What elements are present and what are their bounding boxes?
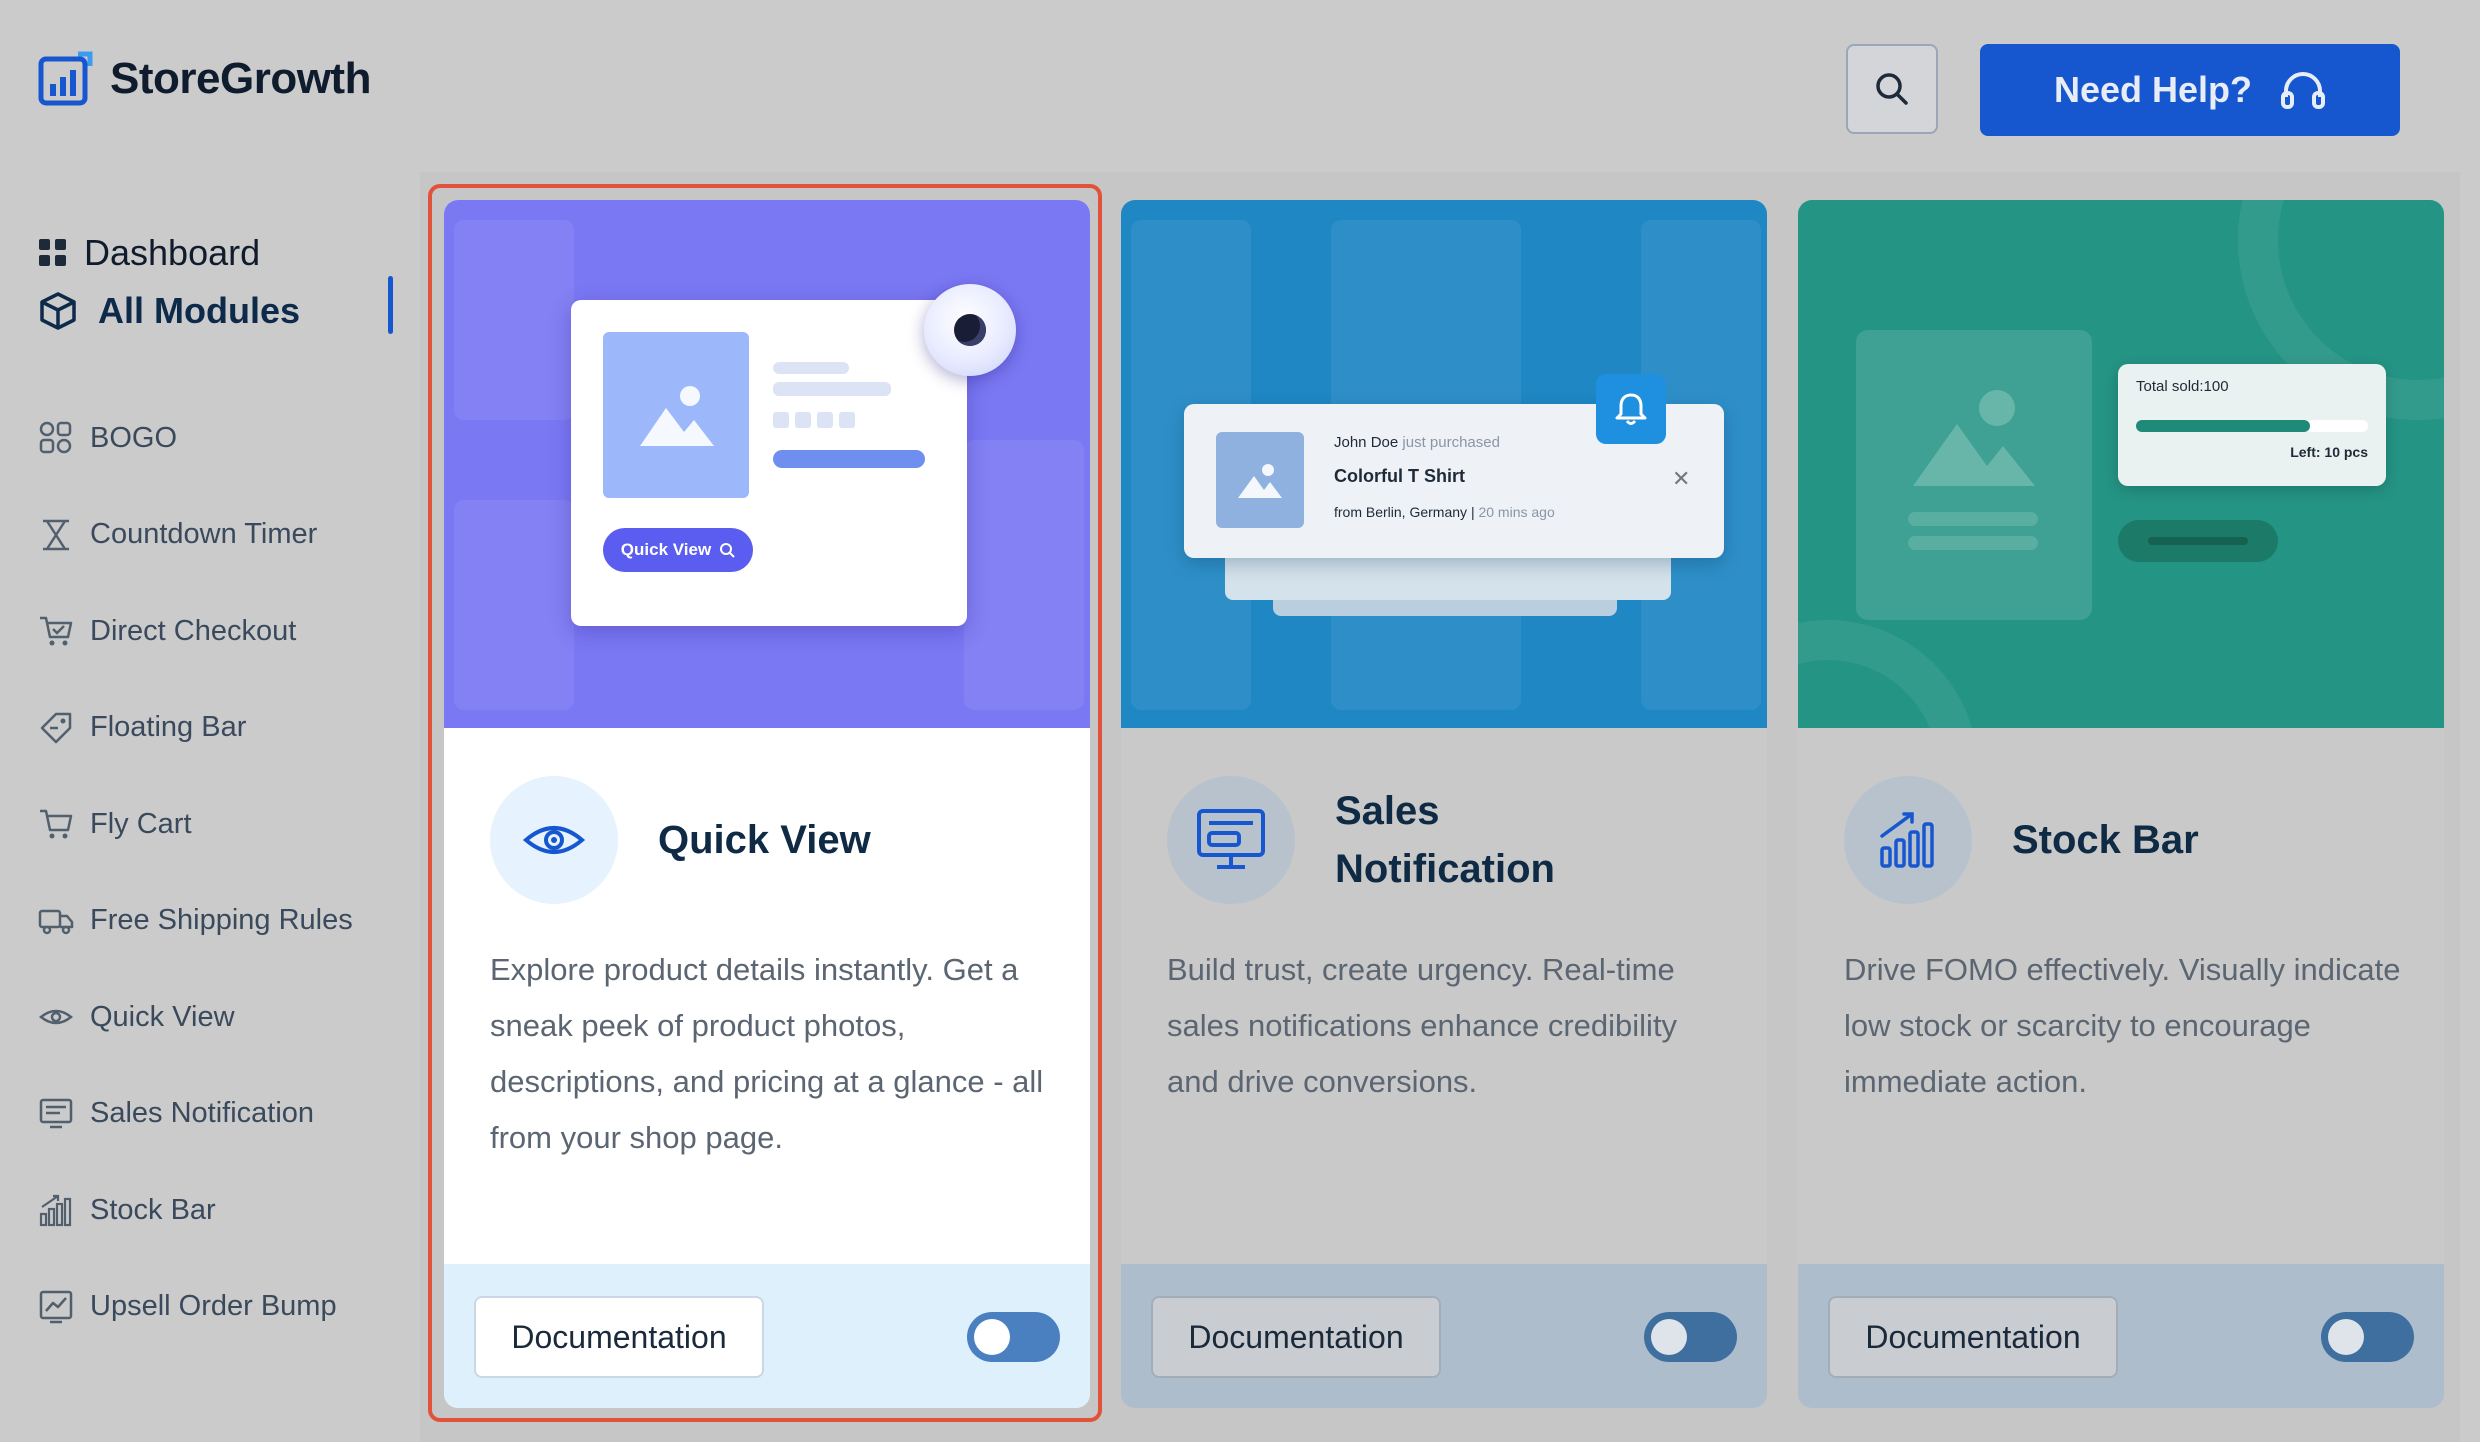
truck-icon [38, 909, 74, 934]
sidebar-item-stock-bar[interactable]: Stock Bar [38, 1162, 353, 1259]
storegrowth-logo-icon [38, 51, 93, 106]
card-title: Stock Bar [2012, 818, 2199, 862]
headset-icon [2281, 72, 2326, 109]
need-help-button[interactable]: Need Help? [1980, 44, 2400, 136]
stock-left-label: Left: 10 pcs [2290, 444, 2368, 460]
bell-icon [1596, 374, 1666, 444]
app-logo[interactable]: StoreGrowth [38, 50, 371, 108]
card-footer: Documentation [1121, 1264, 1767, 1408]
sidebar-item-label: Direct Checkout [90, 614, 297, 647]
sidebar-item-label: Countdown Timer [90, 518, 318, 551]
hero-decor-arc [1798, 620, 1978, 728]
toggle-knob [1651, 1319, 1687, 1355]
module-card-sales-notification: John Doe just purchased Colorful T Shirt… [1121, 200, 1767, 1408]
sidebar-item-label: Sales Notification [90, 1097, 315, 1130]
stock-bar-illustration: Total sold:100 Left: 10 pcs [1798, 200, 2444, 728]
card-body: Sales Notification Build trust, create u… [1121, 728, 1767, 1264]
total-sold-label: Total sold:100 [2136, 378, 2229, 395]
card-icon-badge [1844, 776, 1972, 904]
sidebar-item-label: Upsell Order Bump [90, 1290, 337, 1323]
documentation-button[interactable]: Documentation [1828, 1296, 2118, 1378]
search-icon [1876, 73, 1908, 105]
sidebar-item-free-shipping-rules[interactable]: Free Shipping Rules [38, 873, 353, 970]
location-line: from Berlin, Germany | 20 mins ago [1334, 504, 1555, 520]
stock-progress-fill [2136, 420, 2310, 432]
product-image-placeholder [1216, 432, 1304, 528]
card-body: Stock Bar Drive FOMO effectively. Visual… [1798, 728, 2444, 1264]
buyer-line: John Doe just purchased [1334, 434, 1500, 451]
buyer-location: from Berlin, Germany [1334, 504, 1468, 520]
sidebar: Dashboard All Modules BOGO Countdown Tim… [0, 172, 405, 1442]
eye-icon [38, 1010, 74, 1025]
text-line [1908, 536, 2038, 550]
active-indicator [388, 276, 393, 334]
sidebar-item-bogo[interactable]: BOGO [38, 390, 353, 487]
top-header: StoreGrowth Need Help? [0, 0, 2480, 172]
sidebar-item-label: Stock Bar [90, 1193, 216, 1226]
sales-notification-illustration: John Doe just purchased Colorful T Shirt… [1121, 200, 1767, 728]
card-footer: Documentation [1798, 1264, 2444, 1408]
sidebar-item-label: Quick View [90, 1000, 235, 1033]
search-button[interactable] [1846, 44, 1938, 134]
sidebar-item-floating-bar[interactable]: Floating Bar [38, 680, 353, 777]
buy-button-mockup [2118, 520, 2278, 562]
chart-bars-icon [39, 1195, 72, 1227]
nav-dashboard[interactable]: Dashboard [38, 224, 300, 282]
sidebar-item-label: Fly Cart [90, 807, 192, 840]
sidebar-item-sales-notification[interactable]: Sales Notification [38, 1066, 353, 1163]
module-toggle[interactable] [1644, 1312, 1737, 1362]
image-placeholder-icon [1913, 390, 2035, 486]
trend-chart-icon [39, 1290, 73, 1323]
app-name: StoreGrowth [110, 54, 371, 103]
documentation-button[interactable]: Documentation [1151, 1296, 1441, 1378]
nav-all-modules-label: All Modules [98, 290, 301, 331]
card-description: Build trust, create urgency. Real-time s… [1167, 952, 1678, 1099]
cart-check-icon [40, 617, 73, 646]
sidebar-item-fly-cart[interactable]: Fly Cart [38, 776, 353, 873]
card-icon-badge [1167, 776, 1295, 904]
sidebar-item-label: BOGO [90, 421, 178, 454]
separator: | [1470, 504, 1475, 520]
hourglass-icon [43, 519, 69, 550]
sidebar-item-quick-view[interactable]: Quick View [38, 969, 353, 1066]
stock-progress-track [2136, 420, 2368, 432]
product-card-mockup [1856, 330, 2092, 620]
purchase-action: just purchased [1402, 434, 1500, 451]
cube-icon [40, 292, 76, 330]
toggle-knob [2328, 1319, 2364, 1355]
product-name: Colorful T Shirt [1334, 466, 1465, 486]
module-toggle[interactable] [2321, 1312, 2414, 1362]
tag-icon [40, 712, 72, 743]
sidebar-item-label: Free Shipping Rules [90, 904, 353, 937]
purchase-time: 20 mins ago [1478, 504, 1555, 520]
sidebar-item-direct-checkout[interactable]: Direct Checkout [38, 583, 353, 680]
image-placeholder-icon [1238, 464, 1282, 498]
sidebar-item-label: Floating Bar [90, 711, 247, 744]
card-title: Sales Notification [1335, 789, 1555, 891]
nav-dashboard-label: Dashboard [84, 232, 261, 273]
close-icon: ✕ [1672, 466, 1691, 491]
selected-card-outline [428, 184, 1102, 1422]
text-line [1908, 512, 2038, 526]
nav-all-modules[interactable]: All Modules [38, 282, 300, 340]
module-nav-list: BOGO Countdown Timer Direct Checkout Flo… [38, 390, 353, 1355]
need-help-label: Need Help? [2053, 69, 2253, 110]
buyer-name: John Doe [1334, 434, 1399, 451]
monitor-icon [39, 1098, 73, 1128]
sidebar-item-upsell-order-bump[interactable]: Upsell Order Bump [38, 1259, 353, 1356]
grid-icon [39, 239, 66, 266]
sidebar-item-countdown-timer[interactable]: Countdown Timer [38, 487, 353, 584]
card-description: Drive FOMO effectively. Visually indicat… [1844, 952, 2401, 1099]
stock-progress-mockup: Total sold:100 Left: 10 pcs [2118, 364, 2386, 486]
bogo-icon [39, 422, 72, 454]
module-card-stock-bar: Total sold:100 Left: 10 pcs Stock Bar Dr… [1798, 200, 2444, 1408]
monitor-icon [1197, 809, 1265, 869]
cart-icon [40, 810, 73, 839]
chart-bars-icon [1880, 812, 1934, 868]
